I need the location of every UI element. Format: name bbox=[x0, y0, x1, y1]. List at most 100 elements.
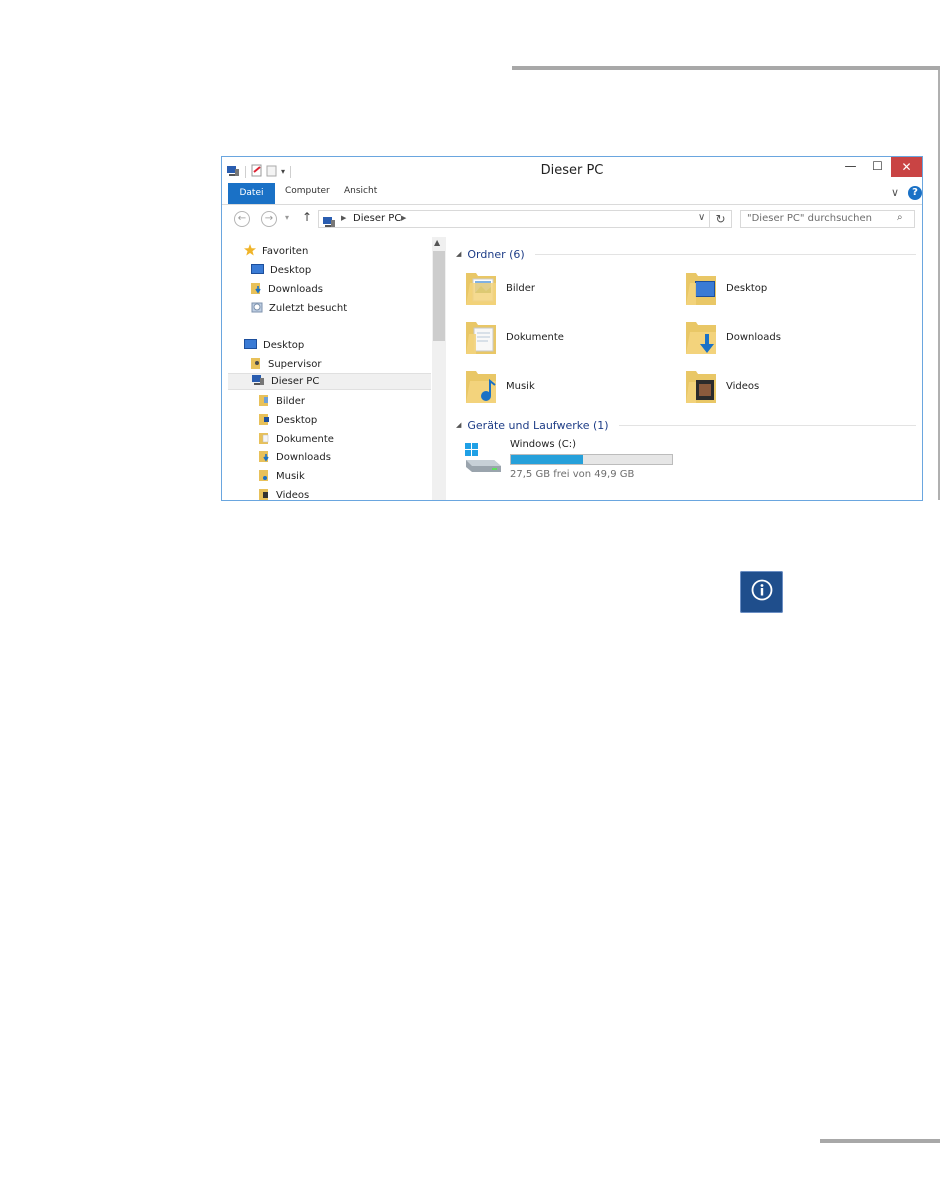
nav-item-supervisor[interactable]: Supervisor bbox=[251, 356, 321, 373]
folder-tile-pictures[interactable]: Bilder bbox=[464, 267, 664, 309]
content-pane: ◢ Ordner (6) Bilder Desktop Dokumente Do… bbox=[446, 237, 922, 500]
expand-ribbon-chevron-icon[interactable]: ∨ bbox=[891, 186, 899, 199]
nav-item-music[interactable]: Musik bbox=[259, 468, 305, 485]
nav-item-recent-places[interactable]: Zuletzt besucht bbox=[251, 300, 347, 317]
hard-drive-windows-icon bbox=[464, 442, 502, 480]
pictures-folder-icon bbox=[259, 394, 270, 409]
nav-item-desktop[interactable]: Desktop bbox=[251, 262, 311, 279]
group-header-devices[interactable]: ◢ Geräte und Laufwerke (1) bbox=[456, 417, 916, 433]
nav-label: Desktop bbox=[263, 340, 305, 351]
close-button[interactable]: ✕ bbox=[891, 157, 922, 177]
address-bar[interactable]: ▶ Dieser PC ▶ ∨ bbox=[318, 210, 710, 228]
group-title: Geräte und Laufwerke (1) bbox=[467, 418, 609, 432]
folder-label: Musik bbox=[506, 380, 535, 392]
folder-tile-desktop[interactable]: Desktop bbox=[684, 267, 884, 309]
title-bar: ▾ Dieser PC — ☐ ✕ bbox=[222, 157, 922, 183]
scroll-up-icon[interactable]: ▲ bbox=[434, 238, 440, 247]
nav-item-desktop-folder[interactable]: Desktop bbox=[259, 412, 317, 429]
refresh-button[interactable]: ↻ bbox=[710, 210, 732, 228]
page-footer-rule bbox=[820, 1139, 940, 1143]
folder-tile-videos[interactable]: Videos bbox=[684, 365, 884, 407]
info-button[interactable] bbox=[740, 571, 783, 613]
desktop-folder-icon bbox=[259, 413, 270, 428]
recent-places-icon bbox=[251, 301, 263, 316]
minimize-button[interactable]: — bbox=[837, 157, 864, 177]
scroll-thumb[interactable] bbox=[433, 251, 445, 341]
nav-item-videos[interactable]: Videos bbox=[259, 487, 310, 501]
breadcrumb-this-pc[interactable]: Dieser PC bbox=[353, 213, 401, 224]
nav-item-documents[interactable]: Dokumente bbox=[259, 431, 334, 448]
drive-free-space: 27,5 GB frei von 49,9 GB bbox=[510, 469, 635, 480]
nav-label: Desktop bbox=[270, 265, 312, 276]
nav-pane-scrollbar[interactable]: ▲ bbox=[432, 237, 446, 500]
group-header-folders[interactable]: ◢ Ordner (6) bbox=[456, 246, 916, 262]
collapse-triangle-icon[interactable]: ◢ bbox=[456, 421, 461, 429]
drive-usage-fill bbox=[511, 455, 584, 464]
breadcrumb-arrow-icon[interactable]: ▶ bbox=[401, 214, 406, 222]
group-divider bbox=[618, 424, 916, 426]
address-dropdown-icon[interactable]: ∨ bbox=[698, 212, 705, 223]
nav-label: Dieser PC bbox=[271, 376, 320, 387]
recent-locations-dropdown-icon[interactable]: ▾ bbox=[285, 213, 289, 222]
collapse-triangle-icon[interactable]: ◢ bbox=[456, 250, 461, 258]
folder-tile-music[interactable]: Musik bbox=[464, 365, 664, 407]
up-button[interactable]: ↑ bbox=[302, 210, 312, 224]
breadcrumb-arrow-icon[interactable]: ▶ bbox=[341, 214, 346, 222]
videos-folder-icon bbox=[684, 365, 718, 408]
nav-label: Favoriten bbox=[262, 246, 309, 257]
tab-view[interactable]: Ansicht bbox=[344, 186, 377, 196]
file-explorer-window: ▾ Dieser PC — ☐ ✕ Datei Computer Ansicht… bbox=[221, 156, 923, 501]
user-folder-icon bbox=[251, 357, 262, 372]
nav-item-desktop-root[interactable]: Desktop bbox=[244, 337, 304, 354]
this-pc-icon bbox=[251, 374, 265, 389]
folder-label: Videos bbox=[726, 380, 760, 392]
nav-label: Downloads bbox=[276, 452, 331, 463]
nav-item-this-pc[interactable]: Dieser PC bbox=[228, 373, 431, 390]
page-side-rule bbox=[938, 70, 940, 500]
forward-button[interactable]: → bbox=[261, 211, 277, 227]
help-icon[interactable]: ? bbox=[908, 186, 922, 200]
star-icon bbox=[244, 244, 256, 259]
nav-label: Videos bbox=[276, 490, 310, 501]
search-icon[interactable]: ⌕ bbox=[897, 212, 903, 223]
pictures-folder-icon bbox=[464, 267, 498, 310]
tab-computer[interactable]: Computer bbox=[285, 186, 330, 196]
group-title: Ordner (6) bbox=[467, 247, 525, 261]
info-icon bbox=[751, 579, 773, 605]
search-input[interactable]: "Dieser PC" durchsuchen ⌕ bbox=[740, 210, 915, 228]
folder-label: Dokumente bbox=[506, 331, 564, 343]
nav-item-downloads-folder[interactable]: Downloads bbox=[259, 449, 331, 466]
documents-folder-icon bbox=[259, 432, 270, 447]
navigation-pane: Favoriten Desktop Downloads Zuletzt besu… bbox=[222, 237, 432, 501]
nav-label: Desktop bbox=[276, 415, 318, 426]
nav-label: Supervisor bbox=[268, 359, 322, 370]
page-header-rule bbox=[512, 66, 940, 70]
music-folder-icon bbox=[464, 365, 498, 408]
folder-tile-documents[interactable]: Dokumente bbox=[464, 316, 664, 358]
downloads-folder-icon bbox=[251, 282, 262, 297]
ribbon-tabs: Datei Computer Ansicht ∨ ? bbox=[222, 183, 922, 205]
nav-item-pictures[interactable]: Bilder bbox=[259, 393, 305, 410]
desktop-icon bbox=[251, 263, 264, 278]
folder-label: Bilder bbox=[506, 282, 536, 294]
maximize-button[interactable]: ☐ bbox=[864, 157, 891, 177]
desktop-icon bbox=[244, 338, 257, 353]
music-folder-icon bbox=[259, 469, 270, 484]
this-pc-icon bbox=[322, 213, 336, 232]
folder-tile-downloads[interactable]: Downloads bbox=[684, 316, 884, 358]
search-placeholder: "Dieser PC" durchsuchen bbox=[747, 213, 872, 224]
downloads-folder-icon bbox=[684, 316, 718, 359]
videos-folder-icon bbox=[259, 488, 270, 500]
tab-file[interactable]: Datei bbox=[228, 183, 275, 204]
drive-label: Windows (C:) bbox=[510, 439, 576, 450]
drive-tile-windows-c[interactable]: Windows (C:) 27,5 GB frei von 49,9 GB bbox=[464, 439, 704, 489]
back-button[interactable]: ← bbox=[234, 211, 250, 227]
folder-label: Desktop bbox=[726, 282, 768, 294]
window-title: Dieser PC bbox=[540, 163, 604, 178]
folder-label: Downloads bbox=[726, 331, 781, 343]
nav-label: Bilder bbox=[276, 396, 306, 407]
nav-item-favorites[interactable]: Favoriten bbox=[244, 243, 308, 260]
nav-item-downloads[interactable]: Downloads bbox=[251, 281, 323, 298]
group-divider bbox=[534, 253, 916, 255]
drive-usage-bar bbox=[510, 454, 673, 465]
